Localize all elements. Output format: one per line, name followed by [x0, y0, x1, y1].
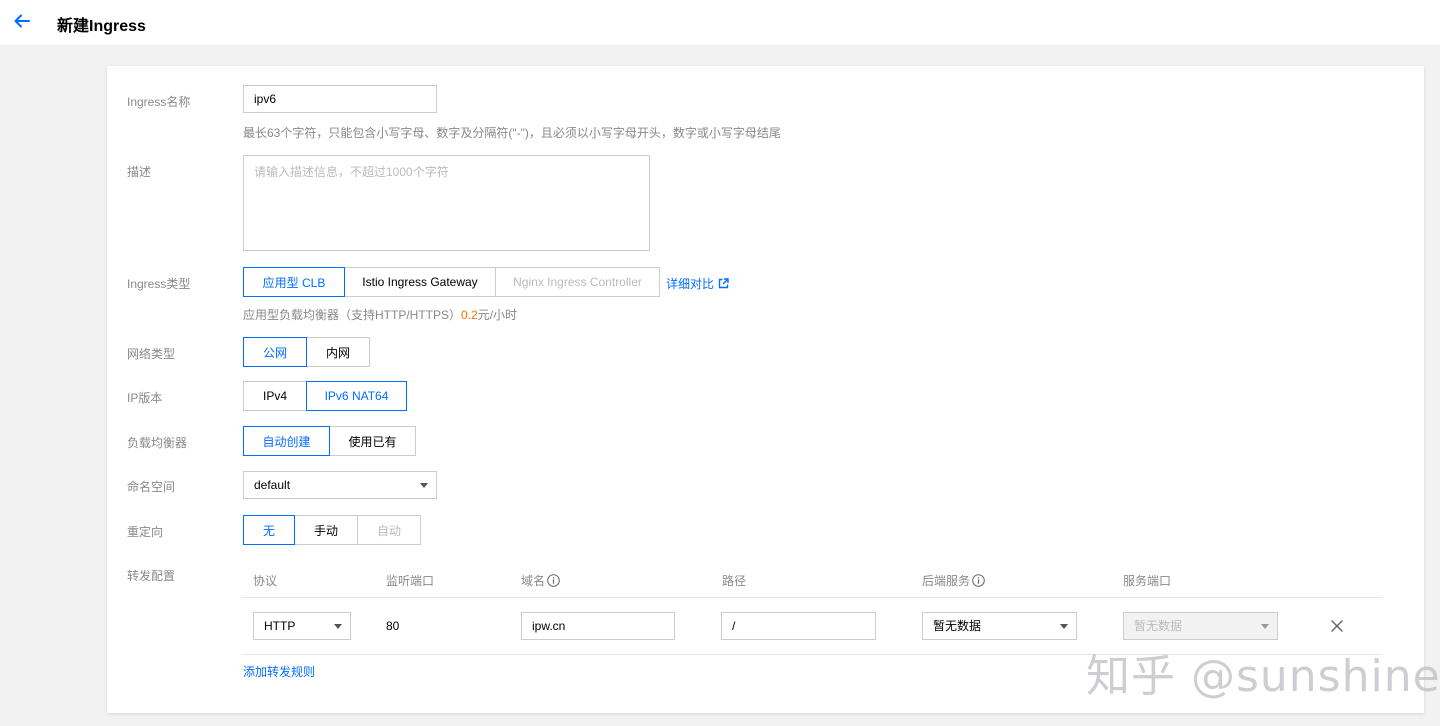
- load-balancer-auto-create[interactable]: 自动创建: [243, 426, 330, 456]
- chevron-down-icon: [334, 624, 342, 629]
- info-icon[interactable]: [972, 574, 985, 587]
- backend-service-select[interactable]: 暂无数据: [922, 612, 1077, 640]
- backend-service-value: 暂无数据: [933, 619, 982, 633]
- page-title: 新建Ingress: [57, 18, 146, 35]
- redirect-selector: 无 手动 自动: [243, 515, 421, 545]
- namespace-value: default: [254, 478, 291, 492]
- col-path: 路径: [722, 574, 747, 588]
- ingress-name-label: Ingress名称: [127, 95, 191, 109]
- col-domain: 域名: [521, 572, 560, 589]
- path-input[interactable]: /: [721, 612, 876, 640]
- chevron-down-icon: [1060, 624, 1068, 629]
- load-balancer-use-existing[interactable]: 使用已有: [329, 426, 416, 456]
- domain-input[interactable]: ipw.cn: [521, 612, 675, 640]
- namespace-select[interactable]: default: [243, 471, 437, 499]
- ingress-type-istio[interactable]: Istio Ingress Gateway: [344, 267, 496, 297]
- ip-version-selector: IPv4 IPv6 NAT64: [243, 381, 407, 411]
- ip-version-label: IP版本: [127, 391, 163, 405]
- ingress-type-clb[interactable]: 应用型 CLB: [243, 267, 345, 297]
- redirect-none[interactable]: 无: [243, 515, 295, 545]
- protocol-value: HTTP: [264, 619, 296, 633]
- ip-version-ipv6-nat64[interactable]: IPv6 NAT64: [306, 381, 407, 411]
- description-textarea[interactable]: 请输入描述信息，不超过1000个字符: [243, 155, 650, 251]
- chevron-down-icon: [1261, 624, 1269, 629]
- redirect-label: 重定向: [127, 525, 164, 539]
- close-icon[interactable]: [1330, 619, 1344, 633]
- ingress-type-selector: 应用型 CLB Istio Ingress Gateway Nginx Ingr…: [243, 267, 660, 297]
- ingress-type-hint-suffix: 元/小时: [477, 308, 518, 322]
- compare-link-label: 详细对比: [666, 277, 715, 291]
- network-type-private[interactable]: 内网: [306, 337, 370, 367]
- service-port-value: 暂无数据: [1134, 619, 1183, 633]
- ingress-name-hint: 最长63个字符，只能包含小写字母、数字及分隔符("-")，且必须以小写字母开头，…: [243, 126, 781, 140]
- ingress-type-label: Ingress类型: [127, 277, 191, 291]
- price-value: 0.2: [461, 308, 478, 322]
- col-listen-port: 监听端口: [386, 574, 435, 588]
- load-balancer-label: 负载均衡器: [127, 436, 188, 450]
- watermark-text: 知乎 @sunshine: [1086, 651, 1440, 702]
- chevron-down-icon: [420, 483, 428, 488]
- protocol-select[interactable]: HTTP: [253, 612, 351, 640]
- form-card: Ingress名称 ipv6 最长63个字符，只能包含小写字母、数字及分隔符("…: [107, 66, 1424, 713]
- compare-link[interactable]: 详细对比: [666, 275, 729, 292]
- network-type-public[interactable]: 公网: [243, 337, 307, 367]
- back-arrow-icon[interactable]: [12, 11, 32, 31]
- redirect-auto: 自动: [357, 515, 421, 545]
- forwarding-label: 转发配置: [127, 569, 176, 583]
- ingress-type-nginx: Nginx Ingress Controller: [495, 267, 660, 297]
- namespace-label: 命名空间: [127, 480, 176, 494]
- ingress-type-hint: 应用型负载均衡器（支持HTTP/HTTPS）0.2元/小时: [243, 306, 517, 323]
- external-link-icon: [718, 278, 729, 289]
- ingress-type-hint-prefix: 应用型负载均衡器（支持HTTP/HTTPS）: [243, 308, 461, 322]
- ip-version-ipv4[interactable]: IPv4: [243, 381, 307, 411]
- table-header-divider: [242, 597, 1382, 598]
- col-backend: 后端服务: [922, 572, 985, 589]
- add-forwarding-rule-link[interactable]: 添加转发规则: [243, 663, 315, 680]
- col-service-port: 服务端口: [1123, 574, 1172, 588]
- description-label: 描述: [127, 165, 152, 179]
- ingress-name-input[interactable]: ipv6: [243, 85, 437, 113]
- col-backend-label: 后端服务: [922, 574, 971, 588]
- col-protocol: 协议: [253, 574, 278, 588]
- col-domain-label: 域名: [521, 574, 546, 588]
- listen-port-value: 80: [386, 619, 400, 633]
- network-type-selector: 公网 内网: [243, 337, 370, 367]
- info-icon[interactable]: [547, 574, 560, 587]
- load-balancer-selector: 自动创建 使用已有: [243, 426, 416, 456]
- redirect-manual[interactable]: 手动: [294, 515, 358, 545]
- top-bar: 新建Ingress: [0, 0, 1440, 45]
- service-port-select: 暂无数据: [1123, 612, 1278, 640]
- network-type-label: 网络类型: [127, 347, 176, 361]
